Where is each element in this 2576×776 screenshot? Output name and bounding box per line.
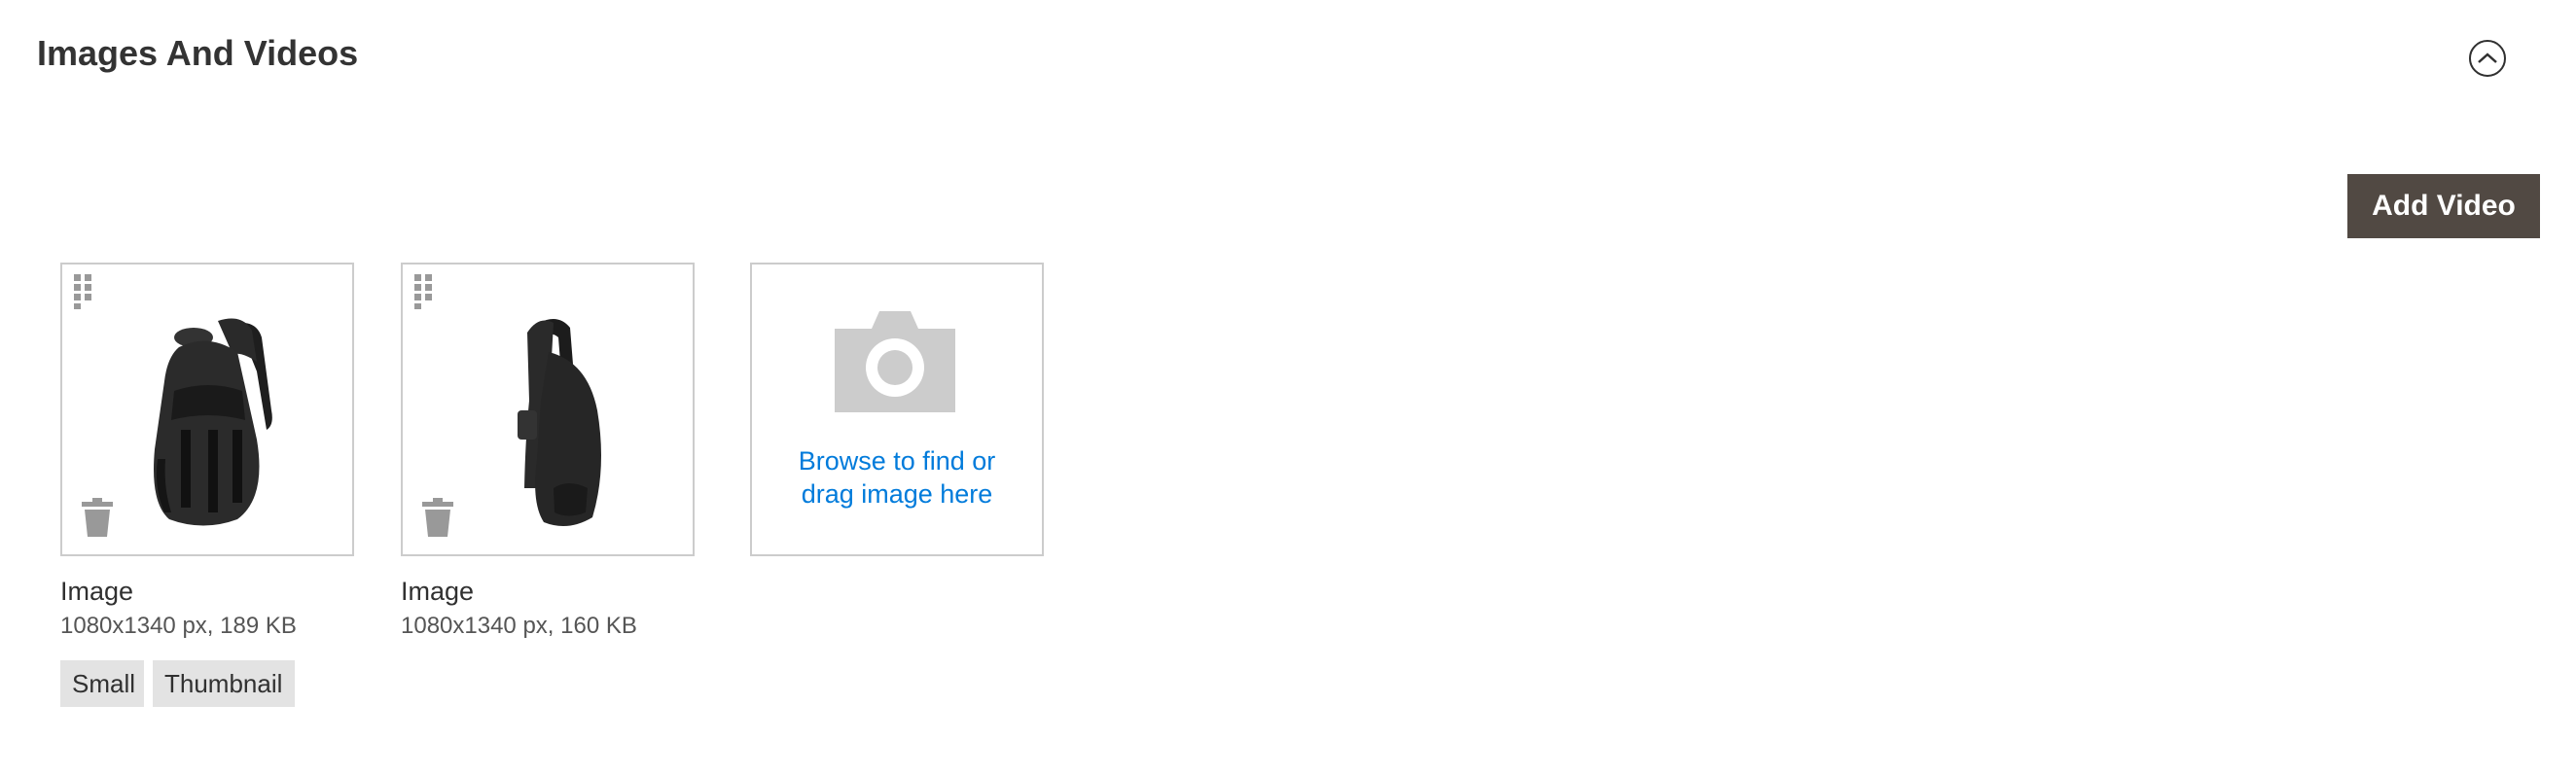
image-label: Image [60,577,134,606]
role-badge-small: Small [60,660,144,707]
image-card[interactable] [60,263,354,556]
browse-text-line2: drag image here [801,479,993,509]
add-video-button[interactable]: Add Video [2347,174,2540,238]
image-meta: 1080x1340 px, 189 KB [60,613,297,639]
drag-handle-icon[interactable] [414,274,434,309]
drag-handle-icon[interactable] [74,274,93,309]
product-image [518,319,601,526]
collapse-section-button[interactable] [2469,40,2506,77]
role-badge-thumbnail: Thumbnail [153,660,295,707]
trash-icon[interactable] [82,498,113,537]
camera-icon [835,311,955,412]
image-label: Image [401,577,475,606]
browse-upload-link[interactable]: Browse to find or drag image here [752,444,1042,511]
image-card[interactable] [401,263,695,556]
product-image [154,318,272,526]
section-title: Images And Videos [37,33,359,73]
trash-icon[interactable] [422,498,453,537]
image-meta: 1080x1340 px, 160 KB [401,613,637,639]
chevron-up-icon [2478,53,2497,63]
browse-text-line1: Browse to find or [798,446,996,476]
image-upload-dropzone[interactable]: Browse to find or drag image here [750,263,1044,556]
